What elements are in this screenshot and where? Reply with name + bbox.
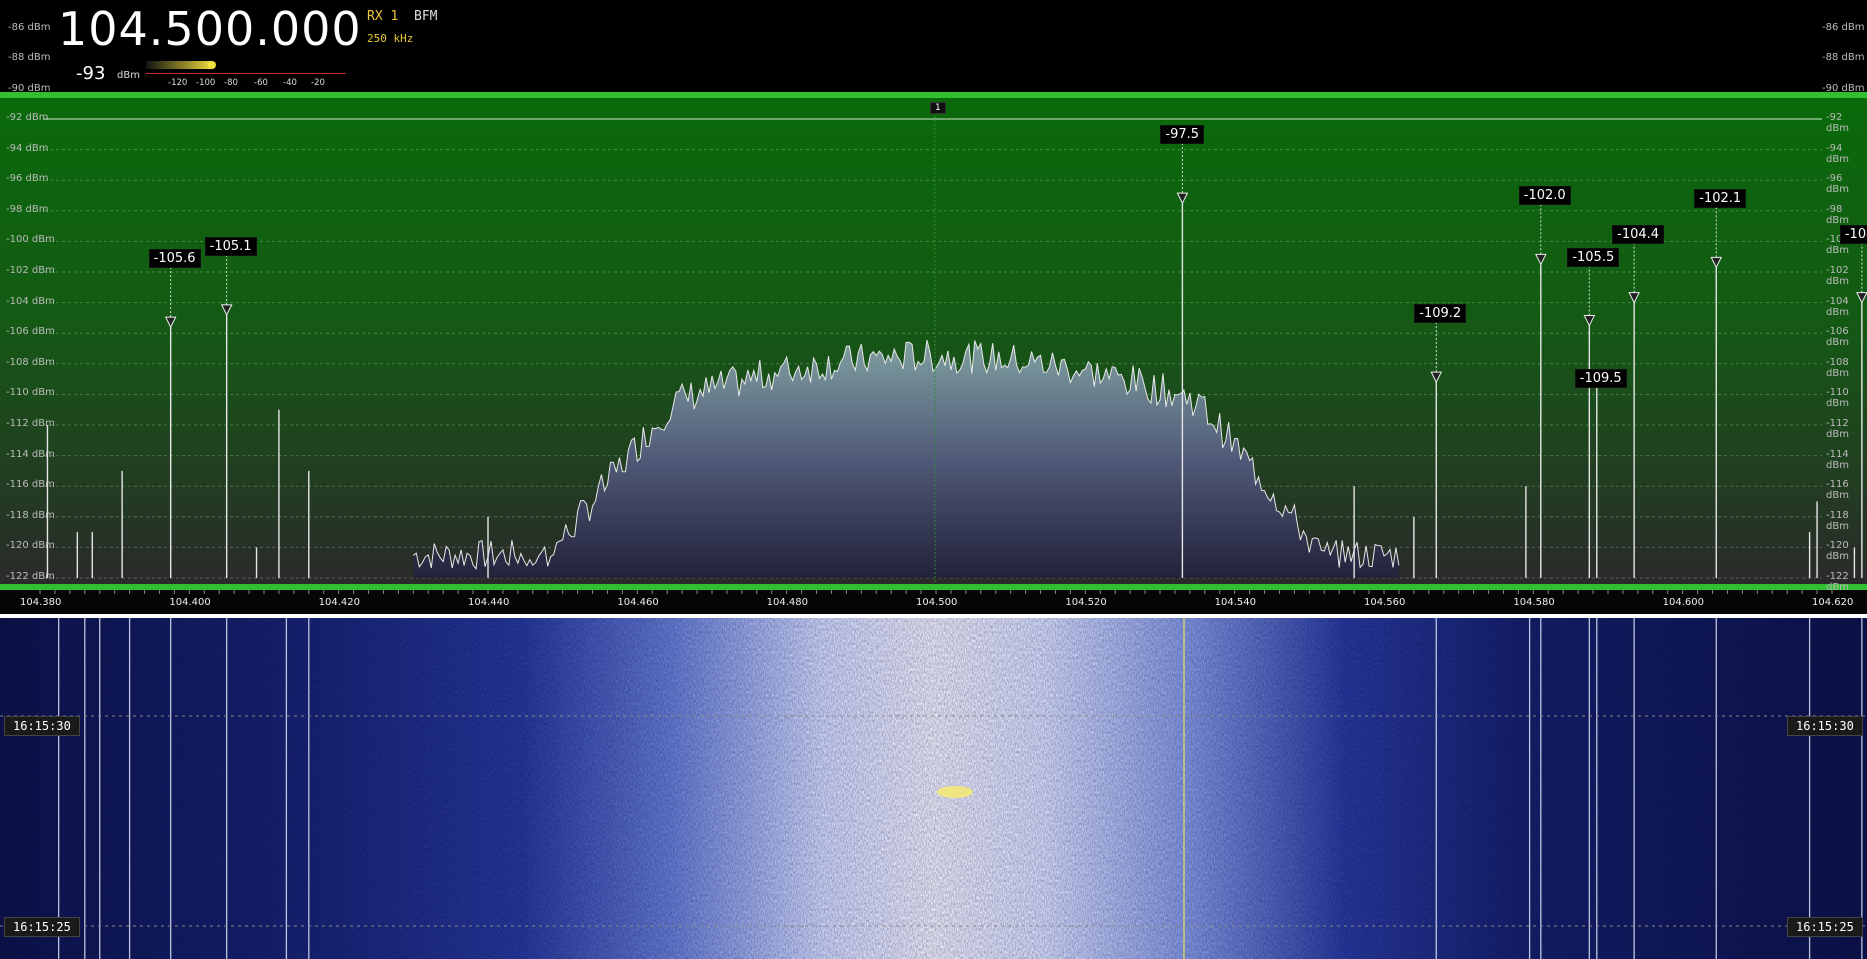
db-label: -120 dBm	[6, 540, 55, 552]
db-label: -122 dBm	[6, 571, 55, 582]
db-label: -100 dBm	[6, 234, 55, 246]
peak-label: -105.6	[148, 249, 201, 269]
meter-tick: -80	[224, 78, 238, 88]
waterfall-hotspot	[937, 786, 973, 798]
frequency-label: 104.400	[169, 597, 211, 608]
axis-edge	[0, 584, 1867, 590]
frequency-label: 104.460	[617, 597, 659, 608]
peak-label: -102.1	[1694, 189, 1747, 209]
signal-meter-bar	[146, 61, 212, 69]
frequency-label: 104.480	[766, 597, 809, 608]
timestamp: 16:15:25	[1787, 917, 1863, 937]
db-label: -88 dBm	[8, 52, 51, 63]
db-label: -86 dBm	[8, 22, 51, 33]
timestamp: 16:15:30	[4, 716, 80, 736]
peak-label: -109.5	[1574, 368, 1627, 388]
peak-label: -97.5	[1160, 125, 1205, 145]
db-label: -114 dBm	[6, 448, 55, 460]
db-label: -102 dBm	[1826, 265, 1849, 287]
peak-label: -104.3	[1839, 224, 1867, 244]
peak-label: -104.4	[1612, 224, 1665, 244]
db-label: -112 dBm	[1826, 418, 1849, 440]
bandwidth-label[interactable]: 250 kHz	[367, 32, 413, 45]
frequency-label: 104.520	[1065, 597, 1107, 608]
frequency-label: 104.500	[916, 597, 958, 608]
db-label: -116 dBm	[1826, 479, 1849, 502]
db-label: -92 dBm	[6, 112, 49, 123]
db-label: -108 dBm	[1826, 356, 1849, 379]
mode-label[interactable]: BFM	[414, 9, 437, 24]
db-label: -88 dBm	[1822, 52, 1865, 63]
frequency-label: 104.540	[1214, 597, 1257, 608]
db-label: -106 dBm	[6, 326, 55, 338]
frequency-label: 104.580	[1513, 597, 1555, 608]
db-label: -114 dBm	[1826, 448, 1849, 471]
signal-meter-scale	[146, 73, 346, 74]
db-label: -98 dBm	[1826, 203, 1849, 226]
vfo-marker[interactable]: 1	[930, 102, 946, 114]
db-label: -104 dBm	[6, 295, 55, 307]
meter-tick: -60	[254, 78, 268, 88]
db-label: -104 dBm	[1826, 295, 1849, 318]
frequency-label: 104.420	[318, 597, 361, 608]
db-label: -110 dBm	[6, 387, 55, 399]
db-label: -120 dBm	[1826, 540, 1849, 563]
timestamp: 16:15:30	[1787, 716, 1863, 736]
db-label: -122 dBm	[1826, 571, 1849, 593]
spectrum-display[interactable]	[0, 0, 1867, 959]
receiver-label[interactable]: RX 1	[367, 9, 398, 24]
peak-label: -105.5	[1567, 247, 1620, 267]
db-label: -102 dBm	[6, 265, 55, 276]
frequency-label: 104.440	[468, 597, 510, 608]
db-label: -92 dBm	[1826, 112, 1849, 134]
db-label: -112 dBm	[6, 418, 55, 429]
signal-level: -93	[76, 63, 106, 84]
waterfall-divider	[0, 614, 1867, 618]
db-label: -106 dBm	[1826, 326, 1849, 349]
db-label: -118 dBm	[6, 509, 55, 521]
frequency-label: 104.600	[1662, 597, 1705, 608]
meter-tick: -120	[168, 78, 188, 88]
peak-label: -109.2	[1414, 304, 1467, 324]
peak-label: -105.1	[204, 236, 257, 256]
db-label: -96 dBm	[1826, 173, 1849, 196]
frequency-label: 104.380	[20, 597, 62, 608]
timestamp: 16:15:25	[4, 917, 80, 937]
signal-unit: dBm	[117, 70, 140, 81]
meter-tick: -40	[283, 78, 297, 88]
db-label: -118 dBm	[1826, 509, 1849, 532]
spectrum-top-edge	[0, 92, 1867, 98]
frequency-label: 104.560	[1364, 597, 1406, 608]
db-label: -98 dBm	[6, 203, 49, 215]
meter-tick: -20	[311, 78, 325, 88]
peak-label: -102.0	[1518, 186, 1571, 206]
frequency-label: 104.620	[1812, 597, 1854, 608]
db-label: -96 dBm	[6, 173, 49, 185]
db-label: -90 dBm	[1822, 83, 1865, 94]
db-label: -90 dBm	[8, 83, 51, 94]
sdr-app: 104.500.000 RX 1 BFM 250 kHz -93 dBm -12…	[0, 0, 1867, 959]
db-label: -116 dBm	[6, 479, 55, 491]
db-label: -86 dBm	[1822, 22, 1865, 33]
db-label: -94 dBm	[1826, 142, 1849, 165]
signal-meter-indicator	[208, 61, 216, 69]
frequency-display[interactable]: 104.500.000	[58, 2, 362, 56]
db-label: -110 dBm	[1826, 387, 1849, 410]
db-label: -108 dBm	[6, 356, 55, 368]
meter-tick: -100	[196, 78, 216, 88]
db-label: -94 dBm	[6, 142, 49, 154]
